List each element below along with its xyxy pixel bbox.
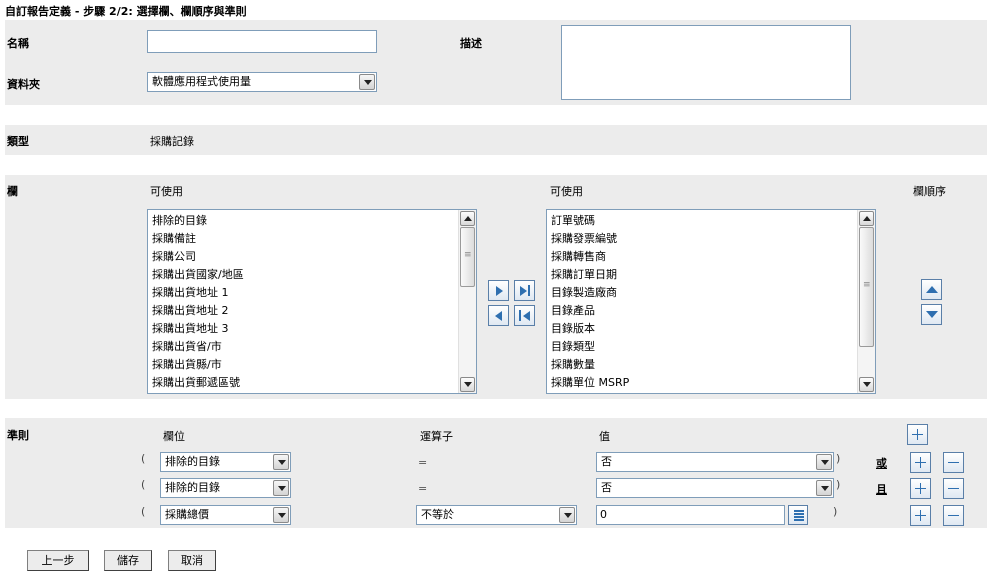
scroll-down-icon[interactable] — [460, 377, 475, 392]
scroll-up-icon[interactable] — [460, 211, 475, 226]
chevron-down-icon[interactable] — [816, 454, 832, 470]
list-item[interactable]: 採購出貨地址 1 — [152, 284, 244, 302]
open-paren[interactable]: ( — [141, 452, 145, 465]
close-paren[interactable]: ) — [836, 452, 840, 465]
add-row-icon[interactable] — [910, 478, 931, 499]
criteria-value: 0 — [600, 508, 607, 521]
available-columns-header: 可使用 — [150, 185, 183, 198]
chevron-down-icon[interactable] — [273, 454, 289, 470]
chevron-down-icon[interactable] — [559, 507, 575, 523]
criteria-value-select[interactable]: 否 — [596, 478, 834, 498]
value-header: 值 — [599, 430, 610, 443]
selected-list-scrollbar[interactable] — [857, 210, 875, 393]
criteria-operator-select[interactable]: 不等於 — [416, 505, 577, 525]
folder-label: 資料夾 — [7, 78, 40, 91]
move-all-right-icon[interactable] — [514, 280, 535, 301]
page-title: 自訂報告定義 - 步驟 2/2: 選擇欄、欄順序與準則 — [5, 5, 247, 18]
folder-select[interactable]: 軟體應用程式使用量 — [147, 72, 377, 92]
available-columns-list[interactable]: 排除的目錄 採購備註 採購公司 採購出貨國家/地區 採購出貨地址 1 採購出貨地… — [147, 209, 477, 394]
add-row-icon[interactable] — [910, 452, 931, 473]
close-paren[interactable]: ) — [836, 478, 840, 491]
criteria-value-input[interactable]: 0 — [596, 505, 785, 525]
list-item[interactable]: 採購出貨縣/市 — [152, 356, 244, 374]
description-textarea[interactable] — [561, 25, 851, 100]
name-label: 名稱 — [7, 37, 29, 50]
criteria-value-select[interactable]: 否 — [596, 452, 834, 472]
list-item[interactable]: 採購訂單日期 — [551, 266, 629, 284]
scroll-thumb[interactable] — [460, 227, 475, 287]
column-order-header: 欄順序 — [913, 185, 946, 198]
selected-columns-header: 可使用 — [550, 185, 583, 198]
selected-columns-items: 訂單號碼 採購發票編號 採購轉售商 採購訂單日期 目錄製造廠商 目錄產品 目錄版… — [551, 212, 629, 392]
list-item[interactable]: 採購備註 — [152, 230, 244, 248]
list-item[interactable]: 目錄製造廠商 — [551, 284, 629, 302]
move-right-icon[interactable] — [488, 280, 509, 301]
list-picker-icon[interactable] — [788, 505, 808, 525]
add-criteria-icon[interactable] — [907, 424, 928, 445]
open-paren[interactable]: ( — [141, 505, 145, 518]
criteria-value: 否 — [601, 455, 612, 468]
chevron-down-icon[interactable] — [359, 74, 375, 90]
description-label: 描述 — [460, 37, 482, 50]
list-item[interactable]: 採購出貨地址 3 — [152, 320, 244, 338]
criteria-field-select[interactable]: 採購總價 — [160, 505, 291, 525]
available-columns-items: 排除的目錄 採購備註 採購公司 採購出貨國家/地區 採購出貨地址 1 採購出貨地… — [152, 212, 244, 392]
scroll-down-icon[interactable] — [859, 377, 874, 392]
list-item[interactable]: 採購轉售商 — [551, 248, 629, 266]
remove-row-icon[interactable] — [943, 452, 964, 473]
list-item[interactable]: 排除的目錄 — [152, 212, 244, 230]
columns-label: 欄 — [7, 185, 18, 198]
list-item[interactable]: 採購出貨省/市 — [152, 338, 244, 356]
conjunction-and[interactable]: 且 — [876, 481, 887, 497]
save-button[interactable]: 儲存 — [104, 550, 152, 571]
list-item[interactable]: 採購出貨國家/地區 — [152, 266, 244, 284]
criteria-operator-value: 不等於 — [421, 508, 454, 521]
list-item[interactable]: 採購數量 — [551, 356, 629, 374]
criteria-field-select[interactable]: 排除的目錄 — [160, 478, 291, 498]
scroll-up-icon[interactable] — [859, 211, 874, 226]
list-item[interactable]: 目錄類型 — [551, 338, 629, 356]
move-all-left-icon[interactable] — [514, 305, 535, 326]
remove-row-icon[interactable] — [943, 505, 964, 526]
list-item[interactable]: 採購出貨郵遞區號 — [152, 374, 244, 392]
move-left-icon[interactable] — [488, 305, 509, 326]
list-item[interactable]: 採購發票編號 — [551, 230, 629, 248]
cancel-button[interactable]: 取消 — [168, 550, 216, 571]
chevron-down-icon[interactable] — [816, 480, 832, 496]
criteria-label: 準則 — [7, 429, 29, 442]
list-item[interactable]: 訂單號碼 — [551, 212, 629, 230]
list-item[interactable]: 採購公司 — [152, 248, 244, 266]
criteria-value: 否 — [601, 481, 612, 494]
folder-select-value: 軟體應用程式使用量 — [152, 75, 251, 88]
selected-columns-list[interactable]: 訂單號碼 採購發票編號 採購轉售商 採購訂單日期 目錄製造廠商 目錄產品 目錄版… — [546, 209, 876, 394]
field-header: 欄位 — [163, 430, 185, 443]
criteria-field-value: 排除的目錄 — [165, 481, 220, 494]
conjunction-or[interactable]: 或 — [876, 455, 887, 471]
move-down-icon[interactable] — [921, 304, 942, 325]
move-up-icon[interactable] — [921, 279, 942, 300]
criteria-operator: = — [418, 482, 428, 495]
criteria-field-value: 排除的目錄 — [165, 455, 220, 468]
back-button[interactable]: 上一步 — [27, 550, 89, 571]
list-item[interactable]: 目錄版本 — [551, 320, 629, 338]
type-value: 採購記錄 — [150, 135, 194, 148]
list-item[interactable]: 目錄產品 — [551, 302, 629, 320]
type-label: 類型 — [7, 135, 29, 148]
scroll-thumb[interactable] — [859, 227, 874, 347]
name-input[interactable] — [147, 30, 377, 53]
chevron-down-icon[interactable] — [273, 480, 289, 496]
criteria-field-value: 採購總價 — [165, 508, 209, 521]
list-item[interactable]: 採購單位 MSRP — [551, 374, 629, 392]
criteria-field-select[interactable]: 排除的目錄 — [160, 452, 291, 472]
add-row-icon[interactable] — [910, 505, 931, 526]
list-item[interactable]: 採購出貨地址 2 — [152, 302, 244, 320]
remove-row-icon[interactable] — [943, 478, 964, 499]
chevron-down-icon[interactable] — [273, 507, 289, 523]
criteria-operator: = — [418, 456, 428, 469]
operator-header: 運算子 — [420, 430, 453, 443]
open-paren[interactable]: ( — [141, 478, 145, 491]
available-list-scrollbar[interactable] — [458, 210, 476, 393]
close-paren[interactable]: ) — [833, 505, 837, 518]
